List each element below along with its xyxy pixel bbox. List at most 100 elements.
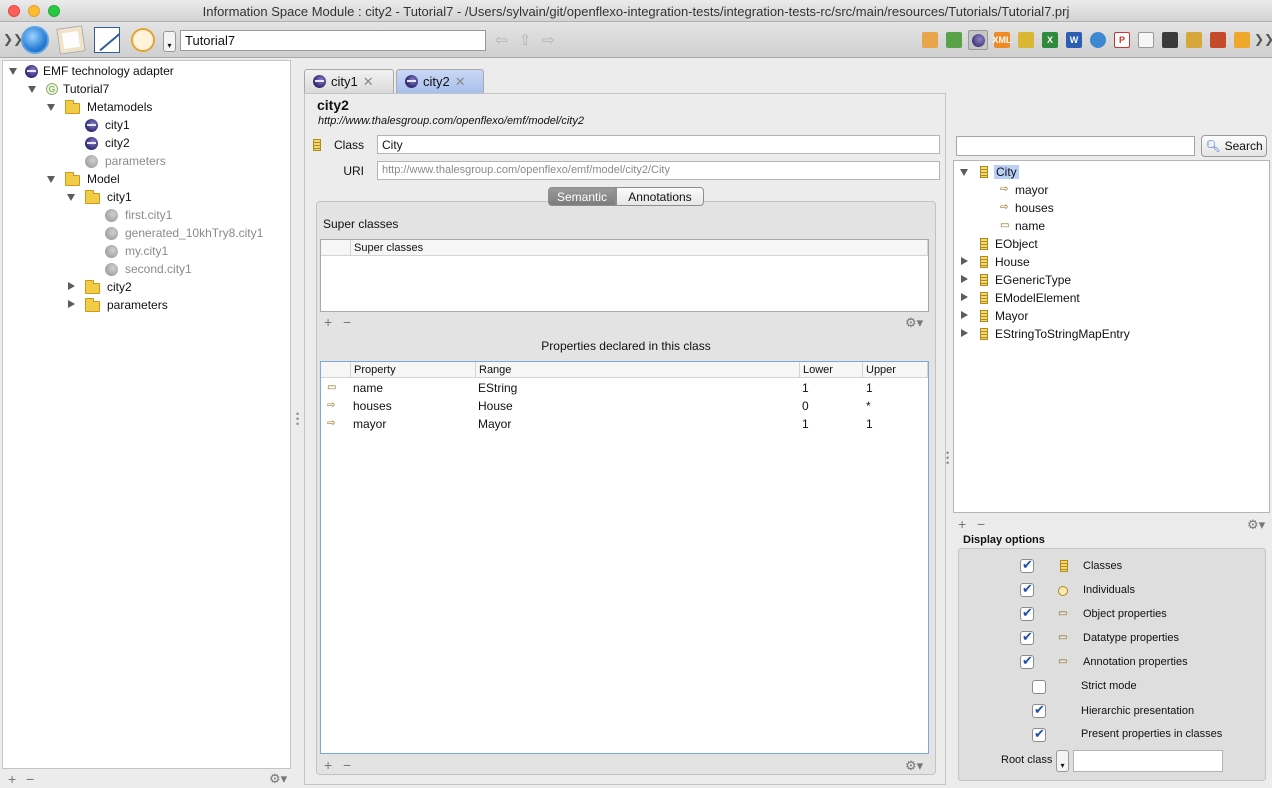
add-icon[interactable]: + bbox=[958, 517, 966, 531]
box-icon[interactable] bbox=[1234, 32, 1250, 48]
bee-icon[interactable] bbox=[1162, 32, 1178, 48]
shapes-icon[interactable] bbox=[946, 32, 962, 48]
add-icon[interactable]: + bbox=[324, 758, 332, 772]
remove-icon[interactable]: − bbox=[343, 758, 351, 772]
datatype-properties-checkbox[interactable] bbox=[1020, 629, 1034, 645]
disclosure-triangle-open[interactable] bbox=[47, 104, 55, 111]
strict-mode-checkbox[interactable] bbox=[1032, 680, 1046, 694]
gear-icon[interactable]: ⚙▾ bbox=[1247, 517, 1265, 533]
back-arrow-icon[interactable]: ⇦ bbox=[495, 31, 508, 49]
tree-item-model-file[interactable]: second.city1 bbox=[125, 260, 192, 278]
tree-item-project[interactable]: Tutorial7 bbox=[63, 80, 109, 98]
up-arrow-icon[interactable]: ⇧ bbox=[519, 31, 532, 49]
tree-item-model-parameters[interactable]: parameters bbox=[107, 296, 168, 314]
tree-item-property[interactable]: mayor bbox=[1015, 181, 1048, 199]
column-header-range[interactable]: Range bbox=[476, 362, 800, 378]
graph-module-button[interactable] bbox=[91, 24, 123, 56]
disclosure-triangle-closed[interactable] bbox=[961, 329, 968, 337]
annotation-properties-checkbox[interactable] bbox=[1020, 653, 1034, 669]
disclosure-triangle-closed[interactable] bbox=[961, 257, 968, 265]
puzzle-icon[interactable] bbox=[1018, 32, 1034, 48]
column-header-super-classes[interactable]: Super classes bbox=[351, 240, 928, 256]
tree-item-property[interactable]: houses bbox=[1015, 199, 1054, 217]
forward-arrow-icon[interactable]: ⇨ bbox=[542, 31, 555, 49]
splitter-handle[interactable]: • • • bbox=[296, 410, 299, 429]
module-dropdown-button[interactable]: ▾ bbox=[163, 31, 176, 52]
tab-city2[interactable]: city2 ✕ bbox=[396, 69, 484, 93]
tab-annotations[interactable]: Annotations bbox=[616, 187, 704, 206]
tree-item-emf-adapter[interactable]: EMF technology adapter bbox=[43, 62, 174, 80]
add-icon[interactable]: + bbox=[324, 315, 332, 329]
disclosure-triangle-closed[interactable] bbox=[961, 311, 968, 319]
tree-item-model-file[interactable]: generated_10khTry8.city1 bbox=[125, 224, 263, 242]
disclosure-triangle-open[interactable] bbox=[9, 68, 17, 75]
brain-module-button[interactable] bbox=[127, 24, 159, 56]
disclosure-triangle-open[interactable] bbox=[960, 169, 968, 176]
people-icon[interactable] bbox=[1210, 32, 1226, 48]
disclosure-triangle-closed[interactable] bbox=[68, 282, 75, 290]
individuals-checkbox[interactable] bbox=[1020, 581, 1034, 597]
present-properties-checkbox[interactable] bbox=[1032, 726, 1046, 742]
disclosure-triangle-open[interactable] bbox=[47, 176, 55, 183]
disclosure-triangle-open[interactable] bbox=[67, 194, 75, 201]
tree-item-class[interactable]: Mayor bbox=[995, 307, 1028, 325]
double-chevron-right-icon[interactable]: ❯❯ bbox=[1254, 32, 1272, 46]
tree-item-model-file[interactable]: first.city1 bbox=[125, 206, 172, 224]
gear-icon[interactable]: ⚙▾ bbox=[269, 771, 287, 787]
object-properties-checkbox[interactable] bbox=[1020, 605, 1034, 621]
word-icon[interactable]: W bbox=[1066, 32, 1082, 48]
class-hierarchy-tree[interactable]: City ⇨ mayor ⇨ houses ▭ name EObject Hou… bbox=[953, 160, 1270, 513]
remove-icon[interactable]: − bbox=[977, 517, 985, 531]
root-class-dropdown-button[interactable]: ▾ bbox=[1056, 750, 1069, 772]
tree-item-class[interactable]: EGenericType bbox=[995, 271, 1071, 289]
tree-item-metamodel-city1[interactable]: city1 bbox=[105, 116, 130, 134]
xml-icon[interactable]: XML bbox=[993, 32, 1012, 48]
tree-item-metamodel-parameters[interactable]: parameters bbox=[105, 152, 166, 170]
database-icon[interactable] bbox=[1186, 32, 1202, 48]
close-tab-icon[interactable]: ✕ bbox=[363, 74, 374, 90]
tree-item-class[interactable]: EStringToStringMapEntry bbox=[995, 325, 1130, 343]
tree-item-class[interactable]: House bbox=[995, 253, 1030, 271]
classes-checkbox[interactable] bbox=[1020, 557, 1034, 573]
tree-item-metamodels[interactable]: Metamodels bbox=[87, 98, 152, 116]
tree-item-class[interactable]: EObject bbox=[995, 235, 1038, 253]
class-name-field[interactable]: City bbox=[377, 135, 940, 154]
column-header-lower[interactable]: Lower bbox=[800, 362, 863, 378]
tree-item-model[interactable]: Model bbox=[87, 170, 120, 188]
search-input[interactable] bbox=[956, 136, 1195, 156]
hierarchic-presentation-checkbox[interactable] bbox=[1032, 702, 1046, 718]
disclosure-triangle-closed[interactable] bbox=[961, 293, 968, 301]
gear-icon[interactable]: ⚙▾ bbox=[905, 758, 923, 774]
remove-icon[interactable]: − bbox=[26, 772, 34, 786]
window-icon[interactable] bbox=[1138, 32, 1154, 48]
uri-field[interactable]: http://www.thalesgroup.com/openflexo/emf… bbox=[377, 161, 940, 180]
information-space-module-button[interactable] bbox=[19, 24, 51, 56]
tree-item-metamodel-city2[interactable]: city2 bbox=[105, 134, 130, 152]
close-tab-icon[interactable]: ✕ bbox=[455, 74, 466, 90]
network-icon[interactable] bbox=[1090, 32, 1106, 48]
add-icon[interactable]: + bbox=[8, 772, 16, 786]
excel-icon[interactable]: X bbox=[1042, 32, 1058, 48]
root-class-field[interactable] bbox=[1073, 750, 1223, 772]
super-classes-table[interactable]: Super classes bbox=[320, 239, 929, 312]
diagram-module-button[interactable] bbox=[55, 24, 87, 56]
properties-table[interactable]: Property Range Lower Upper ▭ name EStrin… bbox=[320, 361, 929, 754]
tree-item-property[interactable]: name bbox=[1015, 217, 1045, 235]
tree-item-class[interactable]: EModelElement bbox=[995, 289, 1080, 307]
project-name-field[interactable]: Tutorial7 bbox=[180, 30, 486, 51]
tree-item-model-city2[interactable]: city2 bbox=[107, 278, 132, 296]
disclosure-triangle-closed[interactable] bbox=[961, 275, 968, 283]
tree-item-model-city1[interactable]: city1 bbox=[107, 188, 132, 206]
pdf-icon[interactable]: P bbox=[1114, 32, 1130, 48]
search-button[interactable]: 🔍︎ Search bbox=[1201, 135, 1267, 157]
remove-icon[interactable]: − bbox=[343, 315, 351, 329]
tab-city1[interactable]: city1 ✕ bbox=[304, 69, 394, 93]
tab-semantic[interactable]: Semantic bbox=[548, 187, 616, 206]
gear-icon[interactable]: ⚙▾ bbox=[905, 315, 923, 331]
tree-item-model-file[interactable]: my.city1 bbox=[125, 242, 168, 260]
disclosure-triangle-closed[interactable] bbox=[68, 300, 75, 308]
column-header-upper[interactable]: Upper bbox=[863, 362, 928, 378]
disclosure-triangle-open[interactable] bbox=[28, 86, 36, 93]
column-header-property[interactable]: Property bbox=[351, 362, 476, 378]
hand-icon[interactable] bbox=[922, 32, 938, 48]
